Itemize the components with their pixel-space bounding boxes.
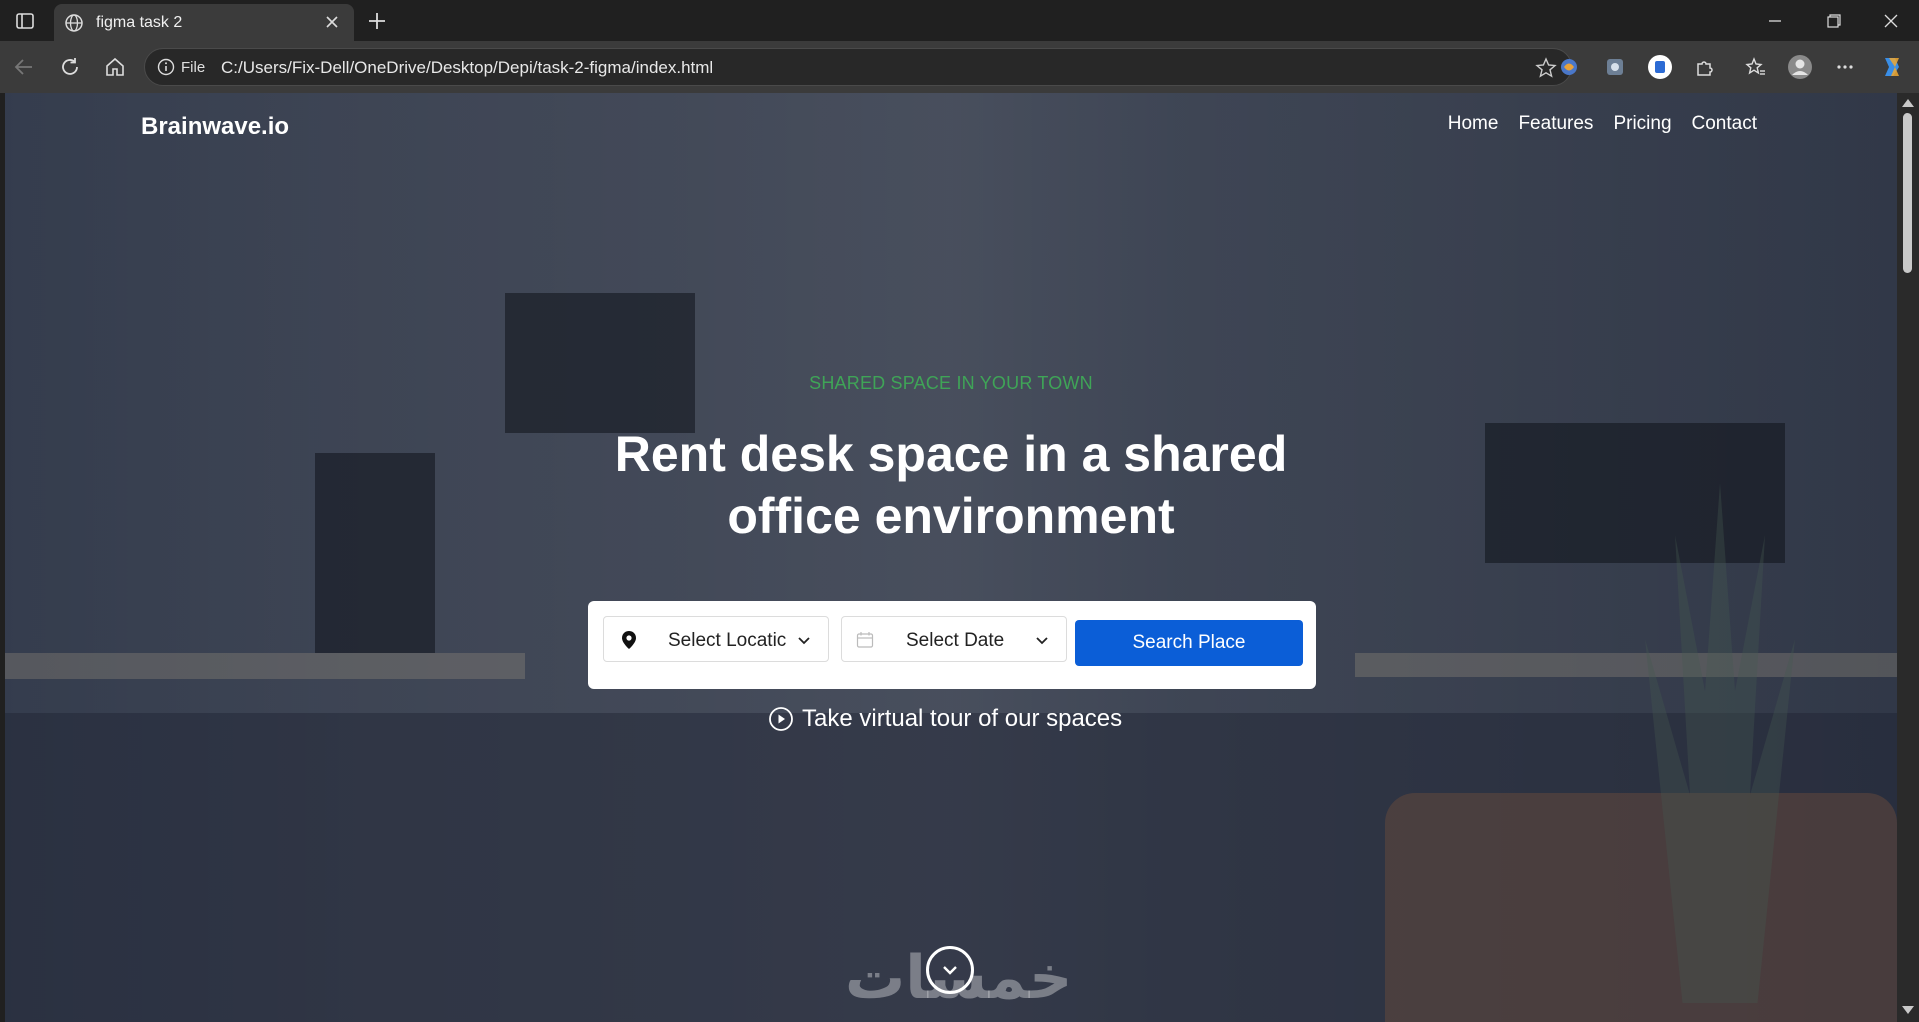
address-bar[interactable]: File C:/Users/Fix-Dell/OneDrive/Desktop/… — [144, 48, 1572, 86]
extension-icon[interactable] — [1555, 53, 1583, 81]
sidebar-toggle-icon[interactable] — [10, 8, 40, 34]
collections-icon[interactable] — [1742, 53, 1770, 81]
background-sofa — [1385, 793, 1897, 1022]
url-text[interactable]: C:/Users/Fix-Dell/OneDrive/Desktop/Depi/… — [221, 58, 713, 78]
minimize-icon[interactable] — [1760, 8, 1790, 34]
globe-icon — [64, 13, 84, 33]
chevron-down-icon — [1034, 632, 1050, 648]
hero-headline: Rent desk space in a shared office envir… — [5, 423, 1897, 547]
new-tab-icon[interactable] — [364, 8, 390, 34]
hero-headline-line1: Rent desk space in a shared — [614, 426, 1288, 482]
scrollbar-thumb[interactable] — [1903, 113, 1912, 273]
scroll-down-icon[interactable] — [1902, 1006, 1914, 1014]
virtual-tour-label: Take virtual tour of our spaces — [802, 705, 1123, 732]
virtual-tour-link[interactable]: Take virtual tour of our spaces — [768, 705, 1122, 733]
tab-title: figma task 2 — [96, 14, 183, 31]
nav-pricing[interactable]: Pricing — [1613, 113, 1671, 135]
scheme-label: File — [181, 59, 206, 76]
hero-section: Brainwave.io Home Features Pricing Conta… — [5, 93, 1897, 1022]
brand-logo[interactable]: Brainwave.io — [141, 113, 289, 141]
close-tab-icon[interactable] — [322, 12, 342, 32]
hero-headline-line2: office environment — [727, 488, 1175, 544]
back-icon[interactable] — [10, 53, 38, 81]
location-select[interactable]: Select Locatic — [603, 616, 829, 662]
background-desk — [5, 653, 525, 679]
background-monitor — [505, 293, 695, 433]
date-select[interactable]: Select Date — [841, 616, 1067, 662]
copilot-icon[interactable] — [1878, 53, 1906, 81]
restore-icon[interactable] — [1819, 8, 1849, 34]
map-pin-icon — [620, 630, 638, 650]
background-desk — [1355, 653, 1897, 677]
page-scrollbar[interactable] — [1897, 93, 1919, 1022]
search-place-button[interactable]: Search Place — [1075, 620, 1303, 666]
info-icon[interactable] — [157, 58, 175, 76]
scroll-down-button[interactable] — [926, 946, 974, 994]
date-select-label: Select Date — [906, 630, 1005, 651]
play-circle-icon — [768, 706, 794, 732]
search-panel: Select Locatic Select Date Search Place — [588, 601, 1316, 689]
chevron-down-icon — [796, 632, 812, 648]
main-nav: Home Features Pricing Contact — [1448, 113, 1757, 135]
location-select-label: Select Locatic — [668, 630, 786, 651]
extension-icon[interactable] — [1646, 53, 1674, 81]
menu-icon[interactable] — [1831, 53, 1859, 81]
home-icon[interactable] — [101, 53, 129, 81]
close-window-icon[interactable] — [1876, 8, 1906, 34]
nav-contact[interactable]: Contact — [1692, 113, 1757, 135]
nav-features[interactable]: Features — [1518, 113, 1593, 135]
chevron-down-icon — [943, 966, 957, 975]
star-icon[interactable] — [1535, 57, 1557, 79]
hero-eyebrow: SHARED SPACE IN YOUR TOWN — [809, 373, 1093, 393]
browser-tab[interactable]: figma task 2 — [54, 4, 354, 41]
browser-toolbar: File C:/Users/Fix-Dell/OneDrive/Desktop/… — [0, 41, 1919, 93]
browser-tab-bar: figma task 2 — [0, 0, 1919, 41]
extensions-puzzle-icon[interactable] — [1691, 53, 1719, 81]
calendar-icon — [856, 631, 874, 649]
extension-icon[interactable] — [1601, 53, 1629, 81]
scroll-up-icon[interactable] — [1902, 99, 1914, 107]
profile-icon[interactable] — [1786, 53, 1814, 81]
nav-home[interactable]: Home — [1448, 113, 1499, 135]
reload-icon[interactable] — [56, 53, 84, 81]
